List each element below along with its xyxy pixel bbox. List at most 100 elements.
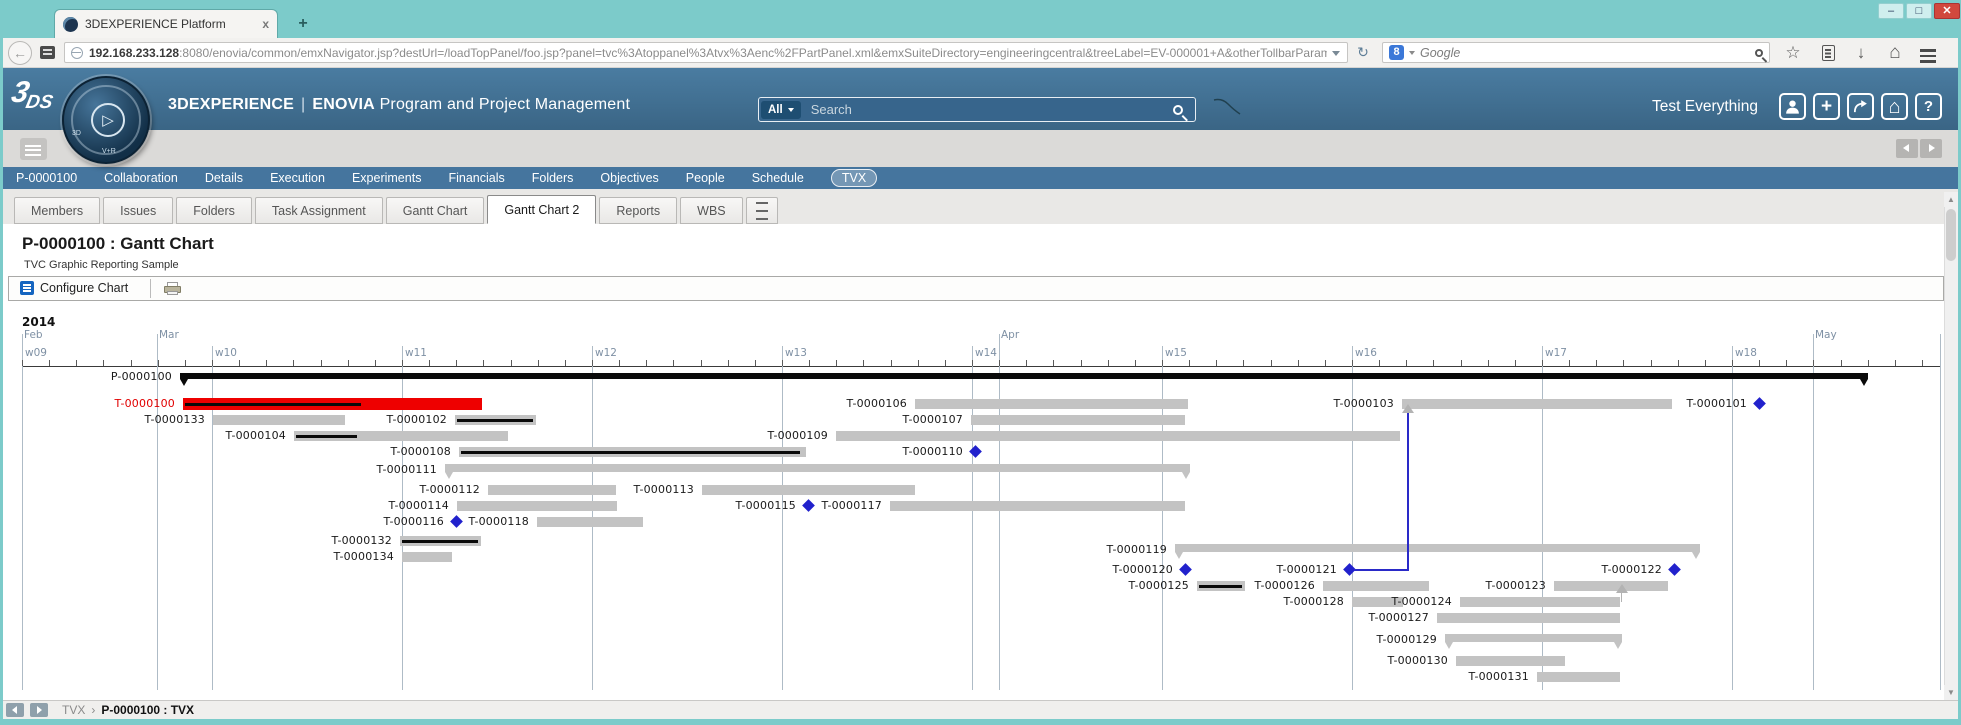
google-engine-icon[interactable]: 8	[1389, 45, 1404, 60]
logged-in-user[interactable]: Test Everything	[1652, 98, 1758, 116]
compass-play-icon[interactable]: ▷	[91, 103, 125, 137]
nav-tab-folders[interactable]: Folders	[532, 171, 574, 185]
task-bar[interactable]	[1456, 656, 1565, 666]
task-bar[interactable]	[1537, 672, 1620, 682]
tab-title: 3DEXPERIENCE Platform	[85, 17, 255, 31]
nav-tab-financials[interactable]: Financials	[448, 171, 504, 185]
scroll-up-icon[interactable]: ▲	[1944, 192, 1958, 207]
profile-icon[interactable]	[1779, 93, 1806, 120]
task-bar[interactable]	[402, 552, 452, 562]
url-bar[interactable]: 192.168.233.128:8080/enovia/common/emxNa…	[64, 42, 1348, 63]
search-scope-button[interactable]: All	[761, 101, 801, 119]
browser-menu-icon[interactable]	[1920, 46, 1936, 66]
day-tick-icon	[565, 360, 566, 366]
task-bar[interactable]	[915, 399, 1188, 409]
scrollbar-thumb[interactable]	[1946, 209, 1956, 261]
back-button[interactable]: ←	[8, 41, 32, 65]
task-progress-bar	[461, 451, 800, 454]
scroll-tabs-left-button[interactable]	[1896, 139, 1918, 158]
day-tick-icon	[646, 360, 647, 366]
window-maximize-button[interactable]: □	[1906, 3, 1932, 19]
sub-tab-gantt-chart[interactable]: Gantt Chart	[386, 197, 485, 224]
task-bar[interactable]	[1437, 613, 1620, 623]
task-bar[interactable]	[537, 517, 643, 527]
share-icon[interactable]	[1847, 93, 1874, 120]
vertical-scrollbar[interactable]	[1944, 192, 1958, 700]
app-search-icon[interactable]	[1173, 105, 1183, 115]
nav-tab-collaboration[interactable]: Collaboration	[104, 171, 178, 185]
nav-tab-details[interactable]: Details	[205, 171, 243, 185]
task-progress-bar	[457, 419, 533, 422]
home-icon[interactable]: ⌂	[1882, 40, 1908, 66]
day-tick-icon	[1433, 360, 1434, 366]
history-back-button[interactable]	[6, 703, 24, 717]
configure-chart-icon[interactable]	[20, 281, 34, 295]
task-bar[interactable]	[836, 431, 1400, 441]
week-label: w17	[1545, 347, 1567, 359]
sub-tab-issues[interactable]: Issues	[103, 197, 173, 224]
browser-search-field[interactable]: 8 Google	[1382, 42, 1770, 63]
downloads-icon[interactable]: ↓	[1848, 40, 1874, 66]
url-dropdown-icon[interactable]	[1332, 51, 1340, 56]
history-forward-button[interactable]	[30, 703, 48, 717]
print-icon[interactable]	[164, 282, 181, 295]
summary-bar[interactable]	[1445, 634, 1622, 642]
sub-tab-folders[interactable]: Folders	[176, 197, 252, 224]
sub-tab-wbs[interactable]: WBS	[680, 197, 742, 224]
nav-tab-people[interactable]: People	[686, 171, 725, 185]
day-tick-icon	[755, 360, 756, 366]
app-home-icon[interactable]: ⌂	[1881, 93, 1908, 120]
task-bar[interactable]	[1554, 581, 1668, 591]
day-tick-icon	[999, 360, 1000, 366]
nav-tab-objectives[interactable]: Objectives	[600, 171, 658, 185]
task-bar[interactable]	[1460, 597, 1620, 607]
task-label: T-0000133	[45, 413, 205, 426]
compass-logo[interactable]: ▷ 3D V+R	[62, 76, 150, 164]
nav-tab-tvx[interactable]: TVX	[831, 169, 877, 187]
help-icon[interactable]: ?	[1915, 93, 1942, 120]
task-bar[interactable]	[294, 431, 508, 441]
task-bar[interactable]	[400, 536, 481, 546]
summary-start-cap-icon	[1175, 552, 1183, 559]
window-close-button[interactable]: ✕	[1934, 3, 1960, 19]
add-icon[interactable]: +	[1813, 93, 1840, 120]
app-menu-icon[interactable]	[20, 138, 47, 160]
nav-tab-schedule[interactable]: Schedule	[752, 171, 804, 185]
new-tab-button[interactable]: +	[290, 14, 316, 34]
sub-tab-members[interactable]: Members	[14, 197, 100, 224]
nav-tab-execution[interactable]: Execution	[270, 171, 325, 185]
task-bar[interactable]	[971, 415, 1185, 425]
reload-button[interactable]: ↻	[1352, 42, 1374, 63]
engine-dropdown-icon[interactable]	[1409, 51, 1415, 55]
scroll-tabs-right-button[interactable]	[1920, 139, 1942, 158]
task-bar[interactable]	[183, 398, 482, 410]
summary-bar[interactable]	[1175, 544, 1700, 552]
site-identity-globe-icon[interactable]	[71, 47, 83, 59]
task-bar[interactable]	[457, 501, 617, 511]
tab-close-icon[interactable]: x	[262, 17, 269, 31]
summary-bar[interactable]	[180, 373, 1868, 379]
sub-tab-gantt-chart-2[interactable]: Gantt Chart 2	[487, 195, 596, 224]
summary-bar[interactable]	[445, 464, 1190, 472]
scroll-down-icon[interactable]: ▼	[1944, 685, 1958, 700]
bookmarks-list-icon[interactable]	[1822, 45, 1835, 61]
nav-tab-experiments[interactable]: Experiments	[352, 171, 421, 185]
browser-tab[interactable]: 3DEXPERIENCE Platform x	[54, 9, 278, 38]
app-search-field[interactable]: All Search	[758, 97, 1196, 122]
sub-tab-menu-icon[interactable]	[746, 197, 778, 224]
breadcrumb-parent[interactable]: TVX	[62, 703, 85, 717]
nav-tab-p-0000100[interactable]: P-0000100	[16, 171, 77, 185]
day-tick-icon	[945, 360, 946, 366]
page-actions-icon[interactable]	[40, 46, 55, 59]
bookmark-star-icon[interactable]: ☆	[1780, 40, 1806, 66]
task-bar[interactable]	[702, 485, 915, 495]
task-bar[interactable]	[459, 447, 806, 457]
sub-tab-reports[interactable]: Reports	[599, 197, 677, 224]
configure-chart-button[interactable]: Configure Chart	[40, 281, 128, 295]
task-bar[interactable]	[455, 415, 536, 425]
task-bar[interactable]	[890, 501, 1185, 511]
window-left-edge	[0, 38, 3, 725]
sub-tab-task-assignment[interactable]: Task Assignment	[255, 197, 383, 224]
window-minimize-button[interactable]: –	[1878, 3, 1904, 19]
search-go-icon[interactable]	[1755, 49, 1763, 57]
